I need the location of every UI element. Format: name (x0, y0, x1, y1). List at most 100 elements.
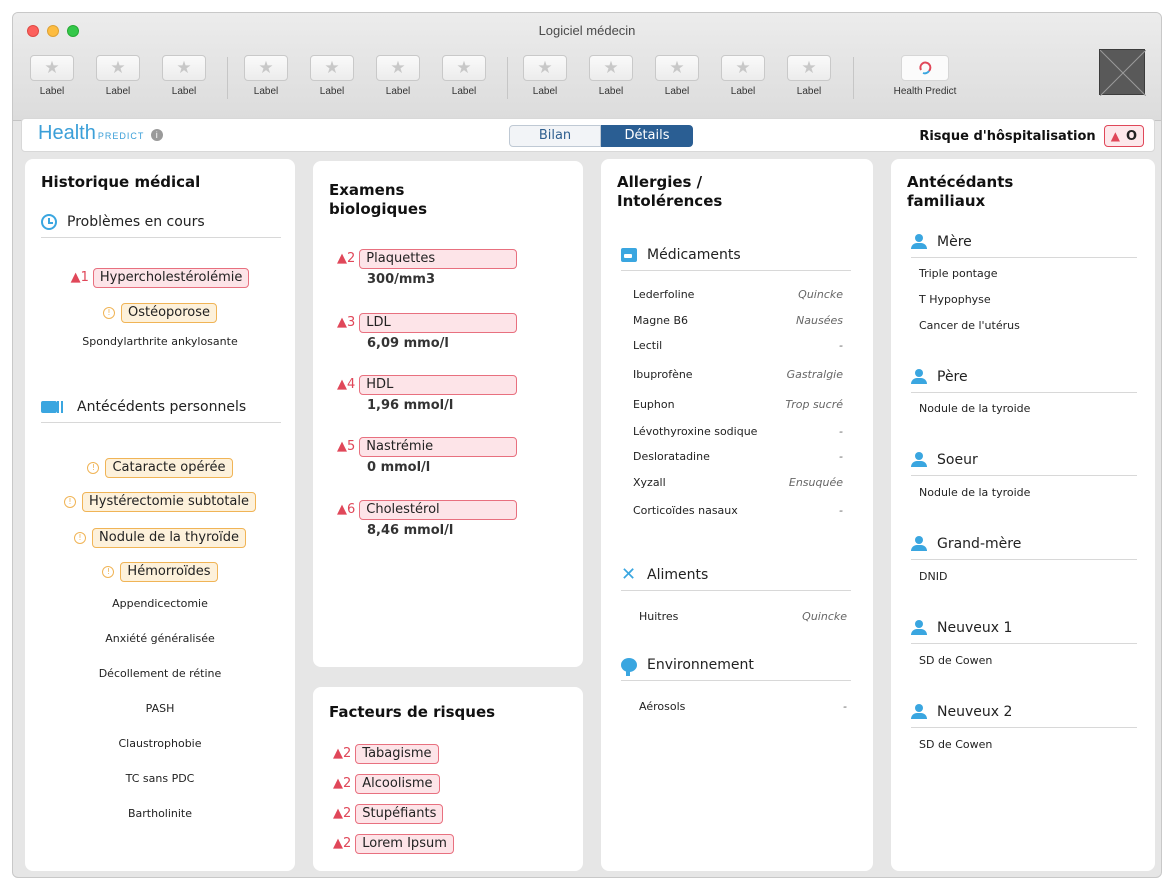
alert-triangle-icon: ▲5 (337, 439, 356, 454)
toolbar-button[interactable]: ★ Label (27, 55, 77, 97)
person-icon (911, 234, 927, 250)
info-icon[interactable]: i (150, 129, 163, 141)
toolbar-button[interactable]: ★ Label (373, 55, 423, 97)
current-problems-header: Problèmes en cours (41, 214, 281, 238)
medical-history-card: Historique médical Problèmes en cours ▲1… (25, 159, 295, 871)
allergy-row[interactable]: Lectil - (633, 333, 843, 357)
toolbar-button[interactable]: ★ Label (241, 55, 291, 97)
toolbar-separator (507, 57, 508, 99)
lab-exams-title: Examens biologiques (329, 181, 428, 218)
family-history-item: SD de Cowen (919, 738, 993, 751)
risk-factor-item[interactable]: ▲2 Tabagisme (333, 742, 439, 764)
family-member-header[interactable]: Mère (911, 234, 1137, 258)
pill-box-icon (621, 248, 637, 262)
allergy-row[interactable]: Ibuprofène Gastralgie (633, 357, 843, 391)
toolbar-button[interactable]: ★ Label (439, 55, 489, 97)
problem-item[interactable]: Spondylarthrite ankylosante (25, 335, 295, 348)
star-icon: ★ (721, 55, 765, 81)
toolbar-button[interactable]: ★ Label (520, 55, 570, 97)
personal-history-item[interactable]: Anxiété généralisée (25, 632, 295, 645)
allergy-row[interactable]: Xyzall Ensuquée (633, 467, 843, 497)
alert-triangle-icon: ▲2 (333, 836, 352, 851)
tab-bilan[interactable]: Bilan (509, 125, 601, 147)
allergy-row[interactable]: Lederfoline Quincke (633, 281, 843, 307)
risk-badge: ▲ O (1103, 125, 1144, 147)
star-icon: ★ (30, 55, 74, 81)
warning-icon: ! (87, 462, 100, 474)
personal-history-item[interactable]: ! Nodule de la thyroïde (25, 526, 295, 548)
personal-history-item[interactable]: TC sans PDC (25, 772, 295, 785)
star-icon: ★ (655, 55, 699, 81)
health-predict-button[interactable]: Health Predict (875, 55, 975, 97)
id-card-icon (41, 401, 65, 413)
allergy-row[interactable]: Desloratadine - (633, 445, 843, 467)
exam-item[interactable]: ▲3 LDL 6,09 mmo/l (337, 311, 518, 351)
personal-history-item[interactable]: Décollement de rétine (25, 667, 295, 680)
warning-icon: ! (102, 307, 115, 319)
personal-history-item[interactable]: Bartholinite (25, 807, 295, 820)
personal-history-item[interactable]: Appendicectomie (25, 597, 295, 610)
person-icon (911, 704, 927, 720)
star-icon: ★ (310, 55, 354, 81)
exam-item[interactable]: ▲6 Cholestérol 8,46 mmol/l (337, 498, 518, 538)
star-icon: ★ (244, 55, 288, 81)
family-member-list: SD de Cowen (919, 732, 992, 758)
risk-factor-item[interactable]: ▲2 Stupéfiants (333, 802, 444, 824)
star-icon: ★ (787, 55, 831, 81)
allergy-row[interactable]: Magne B6 Nausées (633, 307, 843, 333)
exam-item[interactable]: ▲2 Plaquettes 300/mm3 (337, 247, 518, 287)
problem-item[interactable]: ! Ostéoporose (25, 301, 295, 323)
toolbar-button[interactable]: ★ Label (159, 55, 209, 97)
warning-icon: ! (102, 566, 115, 578)
family-member-header[interactable]: Grand-mère (911, 536, 1137, 560)
alert-triangle-icon: ▲2 (333, 776, 352, 791)
risk-factors-card: Facteurs de risques ▲2 Tabagisme ▲2 Alcool… (313, 687, 583, 871)
health-predict-logo-icon (901, 55, 949, 81)
toolbar-button[interactable]: ★ Label (718, 55, 768, 97)
allergy-row[interactable]: Corticoïdes nasaux - (633, 497, 843, 523)
family-member-header[interactable]: Père (911, 369, 1137, 393)
clock-icon (41, 214, 57, 230)
app-window: Logiciel médecin ★ Label ★ Label ★ Label ★ L… (12, 12, 1162, 878)
view-tabs: Bilan Détails (509, 125, 693, 147)
image-placeholder (1099, 49, 1147, 97)
star-icon: ★ (589, 55, 633, 81)
toolbar-button[interactable]: ★ Label (586, 55, 636, 97)
alert-triangle-icon: ▲ (1110, 129, 1120, 143)
personal-history-item[interactable]: Claustrophobie (25, 737, 295, 750)
exam-item[interactable]: ▲5 Nastrémie 0 mmol/l (337, 435, 518, 475)
star-icon: ★ (96, 55, 140, 81)
warning-icon: ! (64, 496, 76, 508)
person-icon (911, 369, 927, 385)
toolbar-button[interactable]: ★ Label (93, 55, 143, 97)
personal-history-item[interactable]: ! Cataracte opérée (25, 456, 295, 478)
alert-triangle-icon: ▲6 (337, 502, 356, 517)
family-history-item: SD de Cowen (919, 654, 993, 667)
personal-history-item[interactable]: ! Hystérectomie subtotale (25, 490, 295, 512)
risk-factor-item[interactable]: ▲2 Alcoolisme (333, 772, 440, 794)
family-member-header[interactable]: Neuveux 1 (911, 620, 1137, 644)
risk-factor-item[interactable]: ▲2 Lorem Ipsum (333, 832, 454, 854)
allergy-row[interactable]: Lévothyroxine sodique - (633, 417, 843, 445)
family-member-list: Triple pontage T Hypophyse Cancer de l'u… (919, 261, 1020, 339)
app-header: Health PREDICT i Bilan Détails Risque d'h… (21, 118, 1155, 152)
family-history-card: Antécédants familiaux Mère Triple pontag… (891, 159, 1155, 871)
personal-history-item[interactable]: PASH (25, 702, 295, 715)
exam-item[interactable]: ▲4 HDL 1,96 mmol/l (337, 373, 518, 413)
personal-history-item[interactable]: ! Hémorroïdes (25, 560, 295, 582)
family-member-header[interactable]: Neuveux 2 (911, 704, 1137, 728)
tab-details[interactable]: Détails (601, 125, 693, 147)
problem-item[interactable]: ▲1 Hypercholestérolémie (25, 266, 295, 288)
toolbar-button[interactable]: ★ Label (784, 55, 834, 97)
star-icon: ★ (162, 55, 206, 81)
toolbar-button[interactable]: ★ Label (652, 55, 702, 97)
warning-icon: ! (74, 532, 87, 544)
toolbar-button[interactable]: ★ Label (307, 55, 357, 97)
allergy-row[interactable]: Euphon Trop sucré (633, 391, 843, 417)
star-icon: ★ (442, 55, 486, 81)
allergy-row[interactable]: Huitres Quincke (639, 603, 847, 629)
family-history-item: T Hypophyse (919, 293, 991, 306)
allergy-row[interactable]: Aérosols - (639, 693, 847, 719)
alert-triangle-icon: ▲2 (333, 806, 352, 821)
family-member-header[interactable]: Soeur (911, 452, 1137, 476)
